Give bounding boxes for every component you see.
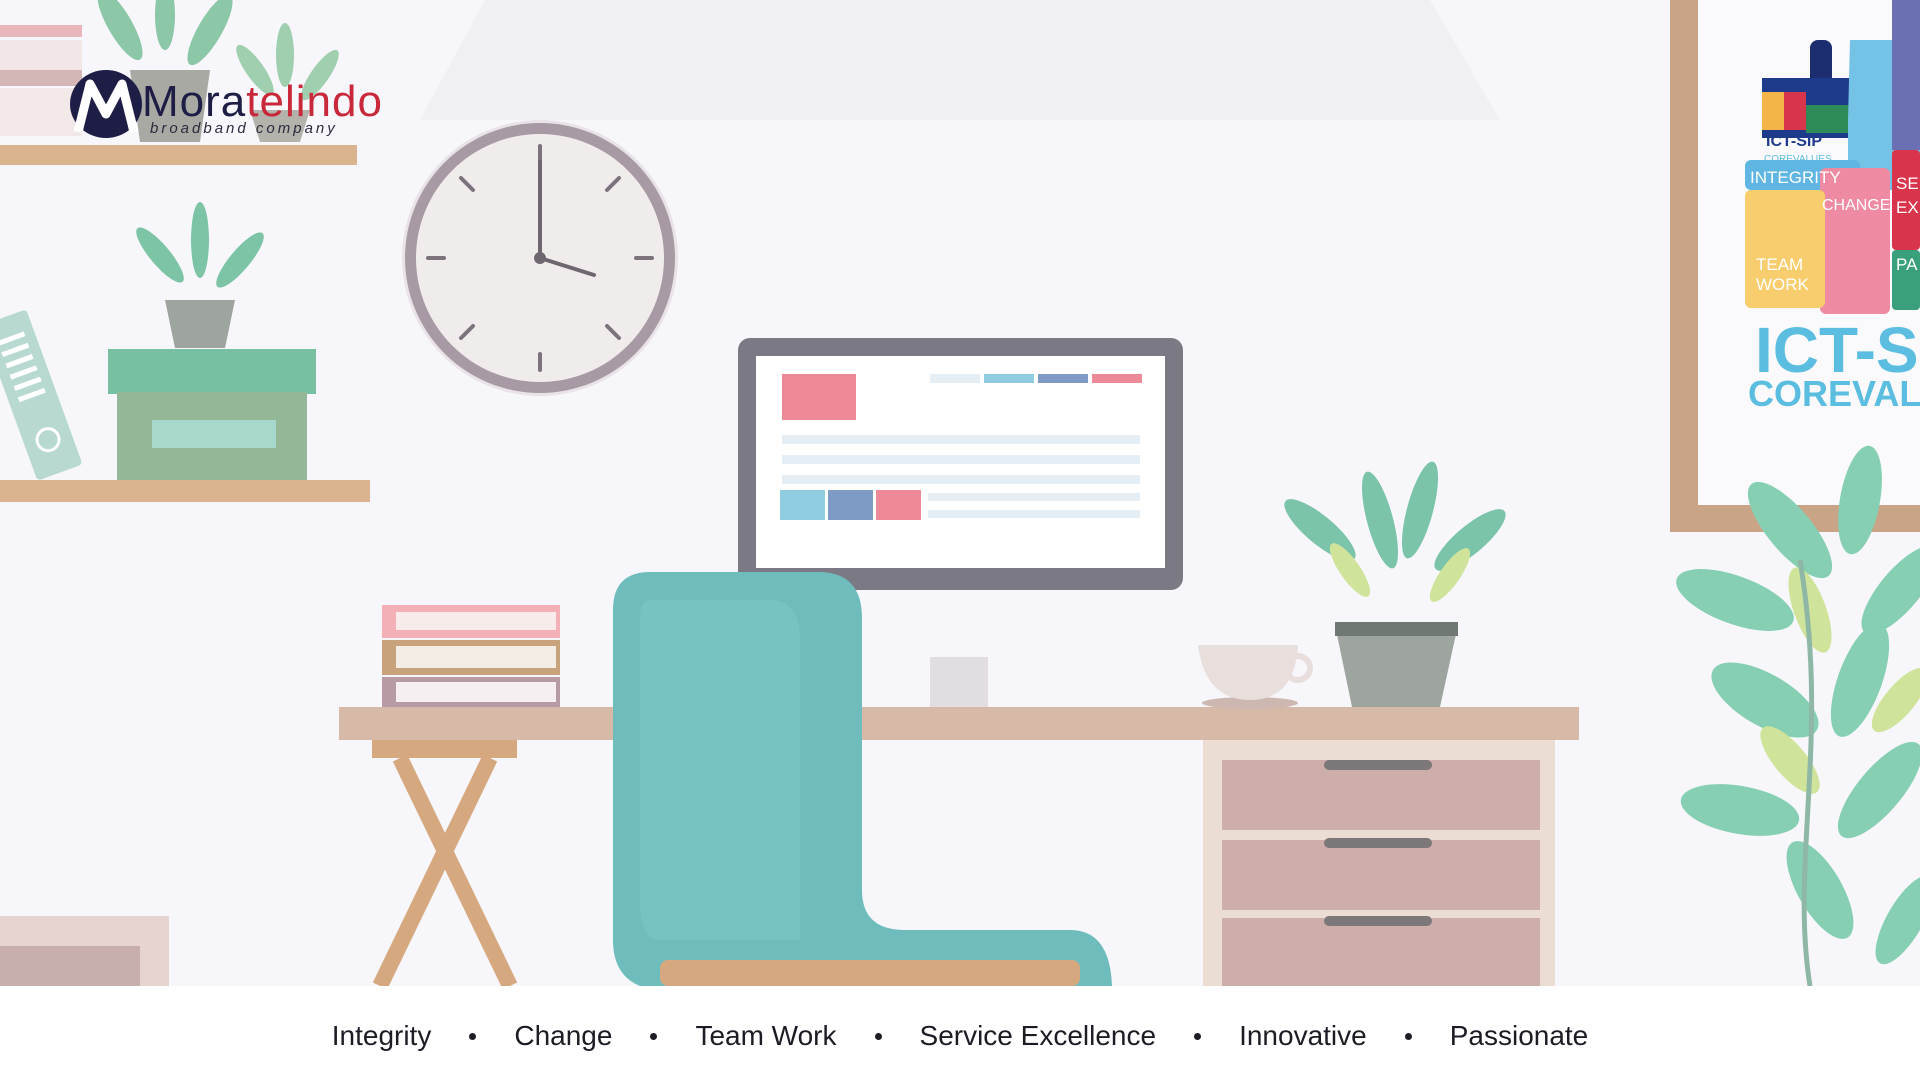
poster-label-change: CHANGE [1822,197,1891,214]
desk-plant-rim [1335,622,1458,636]
chair-seat-base [660,960,1080,986]
poster-title-small: ICT-SIP [1766,133,1823,150]
core-value-integrity: Integrity [332,1020,515,1052]
plant-leaves [136,202,264,288]
poster-label-work: WORK [1756,275,1809,294]
puzzle-piece-change [1820,168,1890,314]
drawer-handle [1324,916,1432,926]
puzzle-piece [1806,105,1850,133]
screen-line [782,475,1140,484]
drawer [1222,760,1540,830]
logo-wordmark: Moratelindo [142,80,383,124]
screen-line [928,493,1140,501]
chair-highlight [640,600,800,940]
puzzle-piece-top [1892,0,1920,150]
screen-line [928,510,1140,518]
logo-m-icon [70,70,142,138]
desk-leg [372,754,498,986]
poster-label-se: SE [1896,174,1919,193]
desk-plant-pot [1335,625,1458,707]
core-value-team-work: Team Work [695,1020,919,1052]
desk-book-pages [396,646,556,668]
storage-box-label [152,420,276,448]
screen-bar [984,374,1034,383]
monitor-stand [930,657,988,707]
office-illustration: Moratelindo broadband company ICT-SIP CO… [0,0,1920,986]
core-values-footer: Integrity Change Team Work Service Excel… [0,986,1920,1080]
floor-box-front [0,946,140,986]
desk-leg-top [372,740,517,758]
separator-dot [650,1032,658,1040]
separator-dot [1404,1032,1412,1040]
desk-leg [392,754,518,986]
binder [0,310,82,480]
core-value-change: Change [514,1020,695,1052]
poster-label-pa: PA [1896,255,1918,274]
desk-book-pages [396,612,556,630]
logo-name-part1: Mora [142,77,247,126]
separator-dot [874,1032,882,1040]
desk-top [339,707,1579,740]
core-values-list: Integrity Change Team Work Service Excel… [0,1016,1920,1056]
drawer-handle [1324,760,1432,770]
separator-dot [469,1032,477,1040]
drawer [1222,840,1540,910]
company-logo: Moratelindo broadband company [68,62,382,144]
core-value-innovative: Innovative [1239,1020,1450,1052]
desk-book-pages [396,682,556,702]
screen-block [782,374,856,420]
screen-line [782,455,1140,464]
clock-center [534,252,546,264]
poster-subtitle-small: COREVALUES [1764,154,1832,165]
core-value-service-excellence: Service Excellence [920,1020,1240,1052]
ceiling-light [420,0,1500,120]
drawer [1222,918,1540,986]
top-shelf [0,145,357,165]
core-value-passionate: Passionate [1449,1020,1589,1051]
screen-bar [1092,374,1142,383]
office-scene-art [0,0,1920,986]
coffee-cup [1198,645,1298,700]
logo-tagline: broadband company [150,120,338,137]
separator-dot [1194,1032,1202,1040]
screen-bar [930,374,980,383]
storage-box-lid [108,349,316,394]
desk-plant-leaves [1284,461,1506,571]
drawer-handle [1324,838,1432,848]
poster-subtitle-big: COREVAL [1748,373,1920,414]
logo-name-part2: telindo [246,77,383,126]
poster-label-team: TEAM [1756,255,1804,274]
middle-shelf [0,480,370,502]
screen-tile [876,490,921,520]
poster-label-integrity: INTEGRITY [1750,168,1841,187]
screen-tile [780,490,825,520]
screen-bar [1038,374,1088,383]
puzzle-piece [1762,92,1784,130]
plant-pot [165,300,235,348]
puzzle-piece [1784,92,1806,130]
screen-tile [828,490,873,520]
book [0,25,82,37]
screen-line [782,435,1140,444]
poster-label-ex: EX [1896,198,1919,217]
plant-leaves [97,0,233,66]
